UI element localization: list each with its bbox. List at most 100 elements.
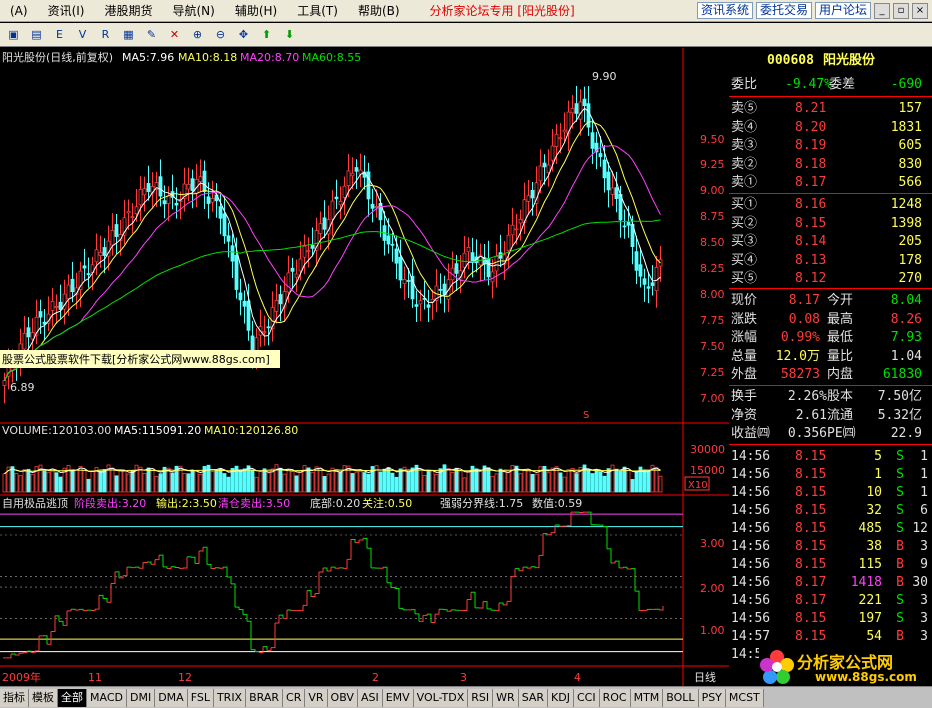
- menu-item-a[interactable]: (A): [0, 4, 38, 18]
- tab-sar[interactable]: SAR: [518, 688, 549, 707]
- etf-icon[interactable]: E: [50, 26, 69, 44]
- tab-trix[interactable]: TRIX: [213, 688, 247, 707]
- zoom-in-icon[interactable]: ⊕: [188, 26, 207, 44]
- candle-body: [70, 278, 75, 293]
- tick-row: 14:56 8.15 1 S 1: [729, 466, 932, 484]
- bid-row: 买⑤ 8.12 270: [729, 270, 932, 288]
- tab-rsi[interactable]: RSI: [468, 688, 494, 707]
- kline-icon[interactable]: ▤: [27, 26, 46, 44]
- tab-obv[interactable]: OBV: [327, 688, 358, 707]
- tab-cr[interactable]: CR: [283, 688, 306, 707]
- stat-label: 最高: [827, 311, 854, 327]
- trade-button[interactable]: 委托交易: [755, 2, 812, 19]
- candle-body: [590, 132, 595, 149]
- tick-time: 14:56: [731, 449, 771, 464]
- tab-mcst[interactable]: MCST: [725, 688, 764, 707]
- candle-body: [230, 245, 235, 262]
- forum-button[interactable]: 用户论坛: [814, 2, 871, 19]
- menu-item-news[interactable]: 资讯(I): [38, 2, 95, 19]
- tab-boll[interactable]: BOLL: [663, 688, 699, 707]
- tab-brar[interactable]: BRAR: [246, 688, 284, 707]
- candle-body: [490, 271, 495, 283]
- candle-body: [58, 301, 63, 310]
- tick-count: 6: [920, 503, 928, 518]
- stat-label: 换手: [731, 389, 758, 404]
- candle-body: [114, 224, 119, 237]
- volume-bar: [434, 474, 439, 493]
- tab-mtm[interactable]: MTM: [630, 688, 664, 707]
- volume-bar: [22, 469, 27, 493]
- menu-item-tools[interactable]: 工具(T): [287, 2, 348, 19]
- tab-vol-tdx[interactable]: VOL-TDX: [413, 688, 469, 707]
- tab-kdj[interactable]: KDJ: [548, 688, 574, 707]
- tab-emv[interactable]: EMV: [382, 688, 414, 707]
- restore-icon[interactable]: ▫: [893, 2, 909, 19]
- candle-body: [602, 159, 607, 179]
- volume-bar: [262, 468, 267, 493]
- tab-asi[interactable]: ASI: [357, 688, 383, 707]
- tab-cci[interactable]: CCI: [573, 688, 600, 707]
- menu-item-assist[interactable]: 辅助(H): [225, 2, 287, 19]
- volume-bar: [310, 471, 315, 493]
- vol-icon[interactable]: V: [73, 26, 92, 44]
- tick-time: 14:56: [731, 485, 771, 500]
- arrow-down-icon[interactable]: ⬇: [280, 26, 299, 44]
- tick-side: S: [896, 467, 904, 482]
- candle-body: [518, 218, 523, 224]
- candle-body: [374, 206, 379, 208]
- minimize-icon[interactable]: _: [874, 2, 890, 19]
- time-label: 11: [88, 671, 102, 684]
- tab-wr[interactable]: WR: [493, 688, 519, 707]
- volume-bar: [226, 476, 231, 493]
- weibi-row: 委比 -9.47% 委差 -690: [729, 76, 932, 94]
- volume-bar: [498, 468, 503, 493]
- tab-roc[interactable]: ROC: [599, 688, 631, 707]
- tab-指标[interactable]: 指标: [0, 688, 29, 707]
- tab-dma[interactable]: DMA: [155, 688, 188, 707]
- pen-icon[interactable]: ✎: [142, 26, 161, 44]
- candle-body: [102, 247, 107, 256]
- tick-count: 3: [920, 611, 928, 626]
- tab-全部[interactable]: 全部: [58, 688, 87, 707]
- tick-count: 1: [920, 485, 928, 500]
- arrow-up-icon[interactable]: ⬆: [257, 26, 276, 44]
- tab-vr[interactable]: VR: [305, 688, 328, 707]
- candle-body: [110, 230, 115, 246]
- candle-body: [646, 286, 651, 289]
- tab-macd[interactable]: MACD: [87, 688, 127, 707]
- ask-volume: 605: [898, 138, 922, 154]
- rsi-icon[interactable]: R: [96, 26, 115, 44]
- menu-item-hk-futures[interactable]: 港股期货: [94, 2, 162, 19]
- zoom-out-icon[interactable]: ⊖: [211, 26, 230, 44]
- menu-item-navigate[interactable]: 导航(N): [163, 2, 225, 19]
- volume-bar: [142, 473, 147, 493]
- news-system-button[interactable]: 资讯系统: [696, 2, 753, 19]
- price-tick: 8.00: [700, 288, 725, 301]
- tick-side: B: [896, 539, 904, 554]
- volume-bar: [534, 473, 539, 493]
- tab-psy[interactable]: PSY: [698, 688, 726, 707]
- tick-count: 1: [920, 467, 928, 482]
- period-label[interactable]: 日线: [694, 670, 716, 684]
- bid-row: 买③ 8.14 205: [729, 233, 932, 251]
- chart-icon[interactable]: ▦: [119, 26, 138, 44]
- tab-fsl[interactable]: FSL: [187, 688, 214, 707]
- volume-bar: [458, 470, 463, 493]
- volume-bar: [558, 472, 563, 493]
- cross-icon[interactable]: ✕: [165, 26, 184, 44]
- tab-模板[interactable]: 模板: [29, 688, 58, 707]
- candle-body: [394, 248, 399, 264]
- candle-body: [186, 183, 191, 190]
- volume-bar: [442, 464, 447, 493]
- tab-dmi[interactable]: DMI: [126, 688, 156, 707]
- candle-body: [454, 263, 459, 274]
- open-icon[interactable]: ▣: [4, 26, 23, 44]
- menu-item-help[interactable]: 帮助(B): [348, 2, 410, 19]
- close-icon[interactable]: ×: [912, 2, 928, 19]
- candle-body: [30, 332, 35, 340]
- tick-time: 14:56: [731, 521, 771, 536]
- kline-chart-area[interactable]: 阳光股份(日线,前复权) MA5:7.96 MA10:8.18 MA20:8.7…: [0, 48, 729, 686]
- candle-body: [174, 202, 179, 206]
- volume-bar: [574, 473, 579, 493]
- move-icon[interactable]: ✥: [234, 26, 253, 44]
